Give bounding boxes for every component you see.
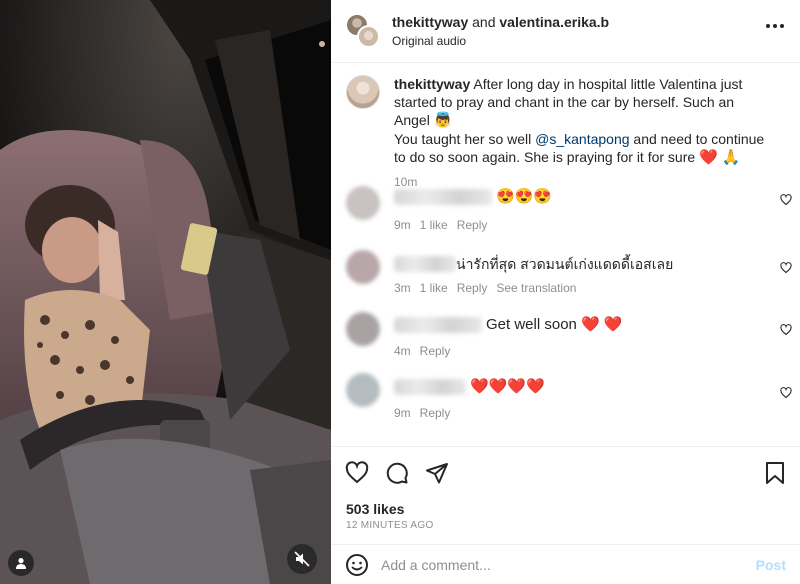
blurred-username[interactable]: [394, 189, 492, 205]
avatar[interactable]: [346, 373, 380, 407]
caption-text-2: You taught her so well: [394, 131, 532, 147]
heart-icon[interactable]: [780, 194, 792, 206]
comment-item: ❤️❤️❤️❤️ 9m Reply: [346, 373, 792, 420]
author-names: thekittyway and valentina.erika.b: [392, 13, 609, 31]
mention-link[interactable]: @s_kantapong: [535, 131, 629, 147]
collab-avatars[interactable]: [346, 14, 380, 48]
comment-likes[interactable]: 1 like: [420, 281, 448, 295]
comment-composer: Add a comment... Post: [331, 544, 800, 584]
video-frame: [0, 0, 331, 584]
user-tag-icon: [16, 558, 26, 569]
see-translation-button[interactable]: See translation: [496, 281, 576, 295]
blurred-username[interactable]: [394, 379, 466, 395]
comment-text: ❤️❤️❤️❤️: [470, 378, 545, 395]
heart-icon[interactable]: [345, 461, 369, 485]
avatar[interactable]: [346, 75, 380, 109]
post-timestamp: 12 MINUTES AGO: [346, 520, 434, 531]
like-count[interactable]: 503 likes: [346, 501, 404, 517]
post-header: thekittyway and valentina.erika.b Origin…: [331, 0, 800, 63]
mute-button[interactable]: [287, 544, 317, 574]
comment-time: 4m: [394, 344, 411, 358]
user-tag-button[interactable]: [8, 550, 34, 576]
smile-icon[interactable]: [345, 553, 369, 577]
blurred-username[interactable]: [394, 256, 456, 272]
comment-item: Get well soon ❤️ ❤️ 4m Reply: [346, 312, 792, 358]
comment-time: 9m: [394, 218, 411, 232]
blurred-username[interactable]: [394, 317, 482, 333]
share-icon[interactable]: [425, 461, 449, 485]
heart-icon[interactable]: [780, 387, 792, 399]
comment-text: น่ารักที่สุด สวดมนต์เก่งแดดดี้เอสเลย: [456, 256, 674, 272]
comment-icon[interactable]: [385, 461, 409, 485]
caption-username[interactable]: thekittyway: [394, 76, 470, 92]
comment-text: 😍😍😍: [496, 188, 553, 205]
reply-button[interactable]: Reply: [420, 344, 451, 358]
comment-item: 😍😍😍 9m 1 like Reply: [346, 186, 792, 232]
comments-area[interactable]: thekittyway After long day in hospital l…: [331, 63, 800, 446]
bookmark-icon[interactable]: [764, 461, 786, 485]
avatar[interactable]: [346, 186, 380, 220]
comment-time: 3m: [394, 281, 411, 295]
comment-item: น่ารักที่สุด สวดมนต์เก่งแดดดี้เอสเลย 3m …: [346, 250, 792, 295]
comment-likes[interactable]: 1 like: [420, 218, 448, 232]
video-player[interactable]: [0, 0, 331, 584]
comment-text: Get well soon ❤️ ❤️: [486, 316, 623, 333]
post-actions: 503 likes 12 MINUTES AGO Add a comment..…: [331, 446, 800, 584]
avatar[interactable]: [346, 312, 380, 346]
comment-time: 9m: [394, 406, 411, 420]
mute-icon: [294, 551, 310, 567]
heart-pray-emoji: ❤️ 🙏: [699, 149, 741, 166]
more-icon: [766, 24, 784, 30]
post-panel: thekittyway and valentina.erika.b Origin…: [331, 0, 800, 584]
avatar: [357, 25, 380, 48]
comment-input[interactable]: Add a comment...: [381, 557, 756, 573]
more-options-button[interactable]: [766, 24, 784, 30]
caption: thekittyway After long day in hospital l…: [346, 75, 786, 191]
coauthor-username[interactable]: valentina.erika.b: [499, 14, 609, 30]
audio-link[interactable]: Original audio: [392, 33, 609, 49]
reply-button[interactable]: Reply: [457, 218, 488, 232]
reply-button[interactable]: Reply: [457, 281, 488, 295]
author-conjunction: and: [472, 14, 496, 30]
angel-emoji: 👼: [433, 112, 453, 129]
reply-button[interactable]: Reply: [420, 406, 451, 420]
post-button[interactable]: Post: [756, 557, 786, 573]
post-dialog: thekittyway and valentina.erika.b Origin…: [0, 0, 800, 584]
heart-icon[interactable]: [780, 262, 792, 274]
avatar[interactable]: [346, 250, 380, 284]
author-username[interactable]: thekittyway: [392, 14, 468, 30]
heart-icon[interactable]: [780, 324, 792, 336]
